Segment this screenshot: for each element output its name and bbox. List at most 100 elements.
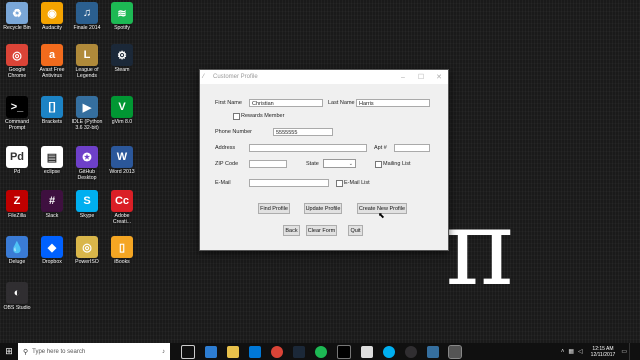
cmd-taskbar-icon[interactable] bbox=[337, 344, 351, 359]
desktop-shortcut[interactable]: L League of Legends bbox=[70, 44, 104, 79]
obs-icon: ◐ bbox=[6, 282, 28, 304]
chevron-up-icon[interactable]: ˄ bbox=[561, 349, 565, 355]
desktop-shortcut[interactable]: ◎ PowerISO bbox=[70, 236, 104, 265]
desktop-shortcut-label: eclipse bbox=[43, 169, 61, 175]
search-icon: ⚲ bbox=[23, 348, 29, 356]
volume-icon[interactable]: ◁ bbox=[578, 348, 583, 355]
phone-number-field[interactable]: 5555555 bbox=[273, 128, 333, 136]
first-name-field[interactable]: Christian bbox=[249, 99, 323, 107]
tk-app-taskbar-icon[interactable] bbox=[448, 344, 462, 359]
address-field[interactable] bbox=[249, 144, 367, 152]
clock-time: 12:15 AM bbox=[592, 345, 614, 352]
clock[interactable]: 12:15 AM 12/11/2017 bbox=[591, 346, 616, 358]
desktop-shortcut-label: FileZilla bbox=[8, 213, 26, 219]
desktop-shortcut-label: Dropbox bbox=[42, 259, 62, 265]
desktop-shortcut-label: IDLE (Python 3.6 32-bit) bbox=[71, 119, 103, 131]
python-taskbar-icon[interactable] bbox=[427, 345, 439, 358]
show-desktop-button[interactable] bbox=[629, 343, 640, 360]
email-field[interactable] bbox=[249, 179, 329, 187]
steam-taskbar-icon[interactable] bbox=[293, 345, 305, 358]
desktop-shortcut-label: Deluge bbox=[8, 259, 26, 265]
chrome-taskbar-icon[interactable] bbox=[271, 345, 283, 358]
desktop-shortcut[interactable]: ⚙ Steam bbox=[105, 44, 139, 73]
desktop-shortcut-label: Slack bbox=[45, 213, 59, 219]
phone-number-label: Phone Number bbox=[215, 129, 252, 135]
league-icon: L bbox=[76, 44, 98, 66]
back-button[interactable]: Back bbox=[283, 225, 300, 236]
start-button[interactable]: ⊞ bbox=[0, 343, 18, 360]
task-view-icon[interactable] bbox=[181, 344, 195, 359]
tk-feather-icon: ⁄ bbox=[203, 74, 205, 80]
desktop-shortcut[interactable]: ♫ Finale 2014 bbox=[70, 2, 104, 31]
apt-field[interactable] bbox=[394, 144, 430, 152]
spotify-taskbar-icon[interactable] bbox=[315, 345, 327, 358]
desktop-shortcut-label: Avast Free Antivirus bbox=[39, 67, 65, 79]
microphone-icon[interactable]: ♪ bbox=[162, 349, 165, 355]
desktop-shortcut-label: Adobe Creati... bbox=[112, 213, 132, 225]
recycle-bin-icon: ♻ bbox=[6, 2, 28, 24]
network-icon[interactable]: ▦ bbox=[568, 348, 574, 355]
desktop-shortcut[interactable]: 💧 Deluge bbox=[0, 236, 34, 265]
desktop-shortcut[interactable]: ◐ OBS Studio bbox=[0, 282, 34, 311]
desktop-shortcut[interactable]: [] Brackets bbox=[35, 96, 69, 125]
word-icon: W bbox=[111, 146, 133, 168]
desktop-shortcut[interactable]: ▤ eclipse bbox=[35, 146, 69, 175]
zip-code-field[interactable] bbox=[249, 160, 287, 168]
dropbox-icon: ◆ bbox=[41, 236, 63, 258]
obs-taskbar-icon[interactable] bbox=[405, 345, 417, 358]
desktop-shortcut[interactable]: Z FileZilla bbox=[0, 190, 34, 219]
find-profile-button[interactable]: Find Profile bbox=[258, 203, 290, 214]
mailing-list-checkbox[interactable] bbox=[375, 161, 382, 168]
desktop-shortcut[interactable]: a Avast Free Antivirus bbox=[35, 44, 69, 79]
desktop-shortcut-label: gVim 8.0 bbox=[111, 119, 133, 125]
desktop-shortcut[interactable]: >_ Command Prompt bbox=[0, 96, 34, 131]
clear-form-button[interactable]: Clear Form bbox=[306, 225, 337, 236]
desktop-shortcut[interactable]: ▶ IDLE (Python 3.6 32-bit) bbox=[70, 96, 104, 131]
update-profile-button[interactable]: Update Profile bbox=[304, 203, 342, 214]
desktop-shortcut[interactable]: ◉ Audacity bbox=[35, 2, 69, 31]
notifications-icon[interactable]: ▭ bbox=[621, 348, 627, 355]
close-icon[interactable]: ✕ bbox=[430, 73, 448, 81]
rewards-member-checkbox[interactable] bbox=[233, 113, 240, 120]
wallpaper-pi-symbol: π bbox=[445, 187, 515, 309]
store-icon[interactable] bbox=[249, 345, 261, 358]
desktop-shortcut[interactable]: ✪ GitHub Desktop bbox=[70, 146, 104, 181]
desktop-shortcut[interactable]: ≋ Spotify bbox=[105, 2, 139, 31]
desktop-shortcut[interactable]: Pd Pd bbox=[0, 146, 34, 175]
desktop-shortcut-label: Recycle Bin bbox=[3, 25, 31, 31]
desktop-shortcut[interactable]: S Skype bbox=[70, 190, 104, 219]
maximize-icon[interactable]: ☐ bbox=[412, 73, 430, 81]
spotify-icon: ≋ bbox=[111, 2, 133, 24]
desktop-shortcut[interactable]: # Slack bbox=[35, 190, 69, 219]
minimize-icon[interactable]: – bbox=[394, 74, 412, 81]
quit-button[interactable]: Quit bbox=[348, 225, 363, 236]
desktop-shortcut[interactable]: ♻ Recycle Bin bbox=[0, 2, 34, 31]
first-name-label: First Name bbox=[215, 100, 242, 106]
email-list-checkbox[interactable] bbox=[336, 180, 343, 187]
email-list-label: E-Mail List bbox=[344, 180, 370, 186]
desktop-shortcut-label: Audacity bbox=[42, 25, 62, 31]
file-explorer-icon[interactable] bbox=[227, 345, 239, 358]
desktop-shortcut-label: Steam bbox=[114, 67, 130, 73]
desktop-shortcut[interactable]: Cc Adobe Creati... bbox=[105, 190, 139, 225]
edge-icon[interactable] bbox=[205, 345, 217, 358]
skype-taskbar-icon[interactable] bbox=[383, 345, 395, 358]
desktop-shortcut[interactable]: ◆ Dropbox bbox=[35, 236, 69, 265]
eclipse-icon: ▤ bbox=[41, 146, 63, 168]
search-box[interactable]: ⚲ Type here to search ♪ bbox=[18, 343, 170, 360]
window-titlebar[interactable]: ⁄ Customer Profile – ☐ ✕ bbox=[200, 70, 448, 84]
desktop-shortcut[interactable]: W Word 2013 bbox=[105, 146, 139, 175]
filezilla-icon: Z bbox=[6, 190, 28, 212]
email-label: E-Mail bbox=[215, 180, 231, 186]
desktop-shortcut[interactable]: VgVim 8.0 bbox=[105, 96, 139, 125]
finale-icon: ♫ bbox=[76, 2, 98, 24]
desktop-shortcut[interactable]: ◎ Google Chrome bbox=[0, 44, 34, 79]
state-select[interactable]: ⌄ bbox=[323, 159, 356, 168]
last-name-field[interactable]: Harris bbox=[356, 99, 430, 107]
desktop-shortcut[interactable]: ▯ iBooks bbox=[105, 236, 139, 265]
desktop-shortcut-label: Finale 2014 bbox=[73, 25, 101, 31]
desktop-shortcut-label: Pd bbox=[13, 169, 21, 175]
desktop-shortcut-label: Command Prompt bbox=[5, 119, 29, 131]
chrome-icon: ◎ bbox=[6, 44, 28, 66]
calculator-taskbar-icon[interactable] bbox=[361, 345, 373, 358]
